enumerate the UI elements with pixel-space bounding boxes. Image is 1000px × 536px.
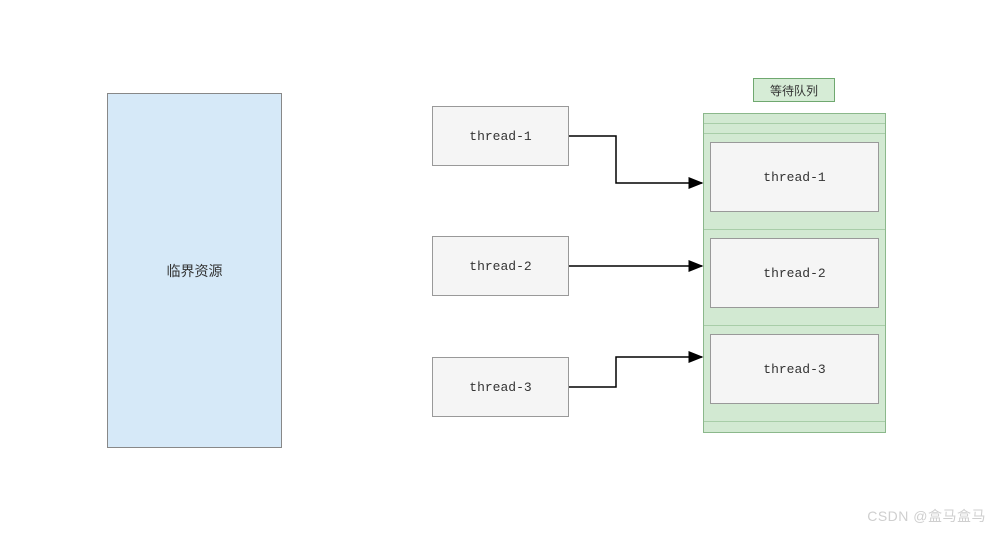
queue-band	[704, 316, 885, 326]
queue-band	[704, 220, 885, 230]
queue-item-3: thread-3	[710, 334, 879, 404]
thread-box-3: thread-3	[432, 357, 569, 417]
arrow-thread3-queue	[569, 357, 702, 387]
queue-header: 等待队列	[753, 78, 835, 102]
critical-resource-label: 临界资源	[167, 261, 223, 281]
thread-label-2: thread-2	[469, 259, 531, 274]
thread-label-1: thread-1	[469, 129, 531, 144]
thread-box-1: thread-1	[432, 106, 569, 166]
queue-item-label-2: thread-2	[763, 266, 825, 281]
queue-item-2: thread-2	[710, 238, 879, 308]
watermark: CSDN @盒马盒马	[867, 506, 986, 526]
queue-header-label: 等待队列	[770, 82, 818, 99]
queue-container: thread-1 thread-2 thread-3	[703, 113, 886, 433]
queue-band	[704, 422, 885, 432]
thread-box-2: thread-2	[432, 236, 569, 296]
queue-band	[704, 124, 885, 134]
thread-label-3: thread-3	[469, 380, 531, 395]
critical-resource-box: 临界资源	[107, 93, 282, 448]
queue-item-label-3: thread-3	[763, 362, 825, 377]
queue-item-label-1: thread-1	[763, 170, 825, 185]
queue-band	[704, 114, 885, 124]
watermark-text: CSDN @盒马盒马	[867, 508, 986, 524]
queue-band	[704, 412, 885, 422]
queue-item-1: thread-1	[710, 142, 879, 212]
arrow-thread1-queue	[569, 136, 702, 183]
